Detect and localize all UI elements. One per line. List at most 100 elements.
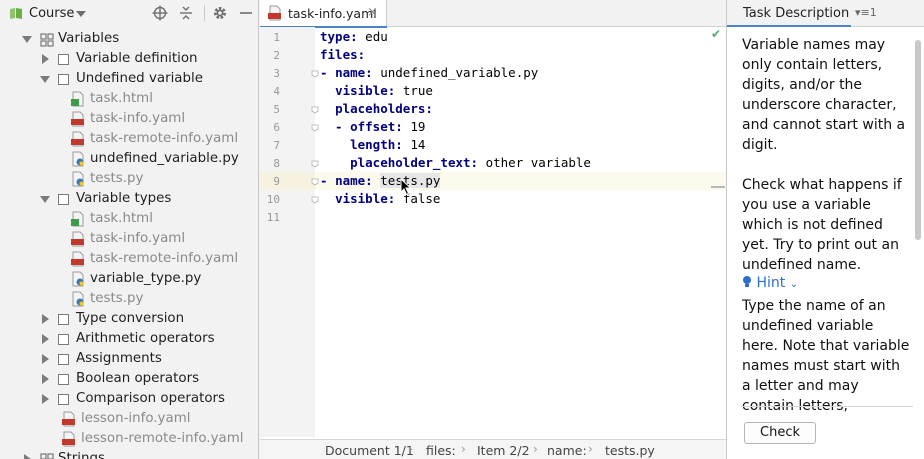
tree-file-item[interactable]: lesson-remote-info.yaml [0,429,258,449]
tree-item-label: Boolean operators [76,371,200,386]
tree-folder-item[interactable]: Variable definition [0,49,258,69]
fold-marker-icon[interactable] [311,106,319,114]
hint-text: Type the name of an undefined variable h… [742,298,910,414]
panel-menu-icon[interactable]: ▾≡1 [855,6,877,19]
breadcrumb: Document 1/1 › files: › Item 2/2 › name:… [260,439,726,459]
ide-window: Course Variables Variable definition Unde [0,0,924,459]
chevron-right-icon[interactable] [42,354,49,364]
chevron-right-icon[interactable] [42,394,49,404]
scrollbar[interactable] [915,40,921,240]
yaml-key: files [320,47,358,62]
tree-item-label: task-info.yaml [90,231,186,246]
chevron-right-icon[interactable] [42,54,49,64]
tab-task-info-yaml[interactable]: task-info.yaml × [260,0,387,28]
tree-item-label: lesson-remote-info.yaml [81,431,244,446]
chevron-down-icon: ⌄ [789,279,799,290]
tree-file-item[interactable]: task-remote-info.yaml [0,249,258,269]
fold-marker-icon[interactable] [311,160,319,168]
chevron-right-icon[interactable] [24,454,31,459]
breadcrumb-item[interactable]: Document 1/1 [325,443,414,458]
tree-file-item[interactable]: tests.py [0,169,258,189]
tree-file-item[interactable]: task-info.yaml [0,229,258,249]
tree-file-item[interactable]: task.html [0,89,258,109]
tree-file-item[interactable]: lesson-info.yaml [0,409,258,429]
breadcrumb-item[interactable]: Item 2/2 [477,443,530,458]
code-line[interactable]: placeholder_text: other variable [320,155,591,173]
yaml-key: placeholders [335,101,426,116]
breadcrumb-item[interactable]: tests.py [605,443,655,458]
fold-marker-icon[interactable] [311,178,319,186]
fold-marker-icon[interactable] [311,196,319,204]
yaml-value: undefined_variable.py [380,65,539,80]
tree-item-label: task-remote-info.yaml [90,131,239,146]
tree-file-item[interactable]: task-remote-info.yaml [0,129,258,149]
task-paragraph: Check what happens if you use a variable… [742,177,902,273]
tree-folder-item[interactable]: Boolean operators [0,369,258,389]
code-line[interactable]: placeholders: [320,101,433,119]
tree-item-label: Arithmetic operators [76,331,215,346]
code-line[interactable]: - name: tests.py [320,173,441,191]
tree-folder-item[interactable]: Variables [0,29,258,49]
code-line[interactable]: visible: true [320,83,433,101]
code-line[interactable]: visible: false [320,191,440,209]
task-checkbox-icon [58,74,69,85]
tree-item-label: task-info.yaml [90,111,186,126]
project-title[interactable]: Course [29,6,74,21]
tree-folder-item[interactable]: Variable types [0,189,258,209]
fold-marker-icon[interactable] [311,124,319,132]
tree-folder-item[interactable]: Comparison operators [0,389,258,409]
collapse-all-icon[interactable] [178,5,194,21]
chevron-down-icon[interactable] [76,11,86,17]
fold-marker-icon[interactable] [311,70,319,78]
tree-item-label: task.html [90,211,153,226]
chevron-down-icon[interactable] [40,76,50,83]
line-number: 3 [273,67,280,80]
task-checkbox-icon [58,394,69,405]
yaml-value: 19 [410,119,426,134]
course-folder-icon [10,8,22,19]
tree-file-item[interactable]: task-info.yaml [0,109,258,129]
tree-folder-item[interactable]: Type conversion [0,309,258,329]
tree-folder-item[interactable]: Assignments [0,349,258,369]
hide-panel-icon[interactable] [238,5,254,21]
tree-item-label: Comparison operators [76,391,225,406]
breadcrumb-item[interactable]: files: [426,443,456,458]
check-button[interactable]: Check [744,422,816,444]
close-icon[interactable]: × [367,5,378,20]
hint-toggle[interactable]: Hint ⌄ [742,275,798,291]
gear-icon[interactable] [212,5,228,21]
tree-file-item[interactable]: task.html [0,209,258,229]
chevron-right-icon[interactable] [42,314,49,324]
tree-item-label: variable_type.py [90,271,202,286]
error-stripe-mark[interactable] [711,186,725,188]
chevron-down-icon[interactable] [22,36,32,43]
yaml-key: length [350,137,396,152]
tree-folder-item[interactable]: Arithmetic operators [0,329,258,349]
line-number: 5 [273,103,280,116]
inspection-ok-icon[interactable]: ✔ [711,27,721,41]
chevron-right-icon[interactable] [42,374,49,384]
yaml-file-icon [71,111,85,127]
tree-file-item[interactable]: variable_type.py [0,269,258,289]
yaml-separator: : [470,155,486,170]
code-line[interactable]: files: [320,47,365,65]
tree-folder-item[interactable]: Strings [0,449,258,459]
breadcrumb-item[interactable]: name: [547,443,587,458]
tab-task-description[interactable]: Task Description [743,6,849,21]
tree-file-item[interactable]: undefined_variable.py [0,149,258,169]
locate-icon[interactable] [152,5,168,21]
chevron-right-icon[interactable] [42,334,49,344]
yaml-file-icon [62,431,76,447]
tree-item-label: tests.py [90,291,144,306]
hint-label: Hint [756,275,786,291]
tree-file-item[interactable]: tests.py [0,289,258,309]
tree-item-label: Type conversion [76,311,185,326]
chevron-down-icon[interactable] [40,196,50,203]
code-line[interactable]: - offset: 19 [320,119,425,137]
tree-folder-item[interactable]: Undefined variable [0,69,258,89]
html-file-icon [71,91,85,107]
code-line[interactable]: - name: undefined_variable.py [320,65,538,83]
code-line[interactable]: length: 14 [320,137,425,155]
tree-item-label: Strings [58,451,105,459]
code-line[interactable]: type: edu [320,29,388,47]
